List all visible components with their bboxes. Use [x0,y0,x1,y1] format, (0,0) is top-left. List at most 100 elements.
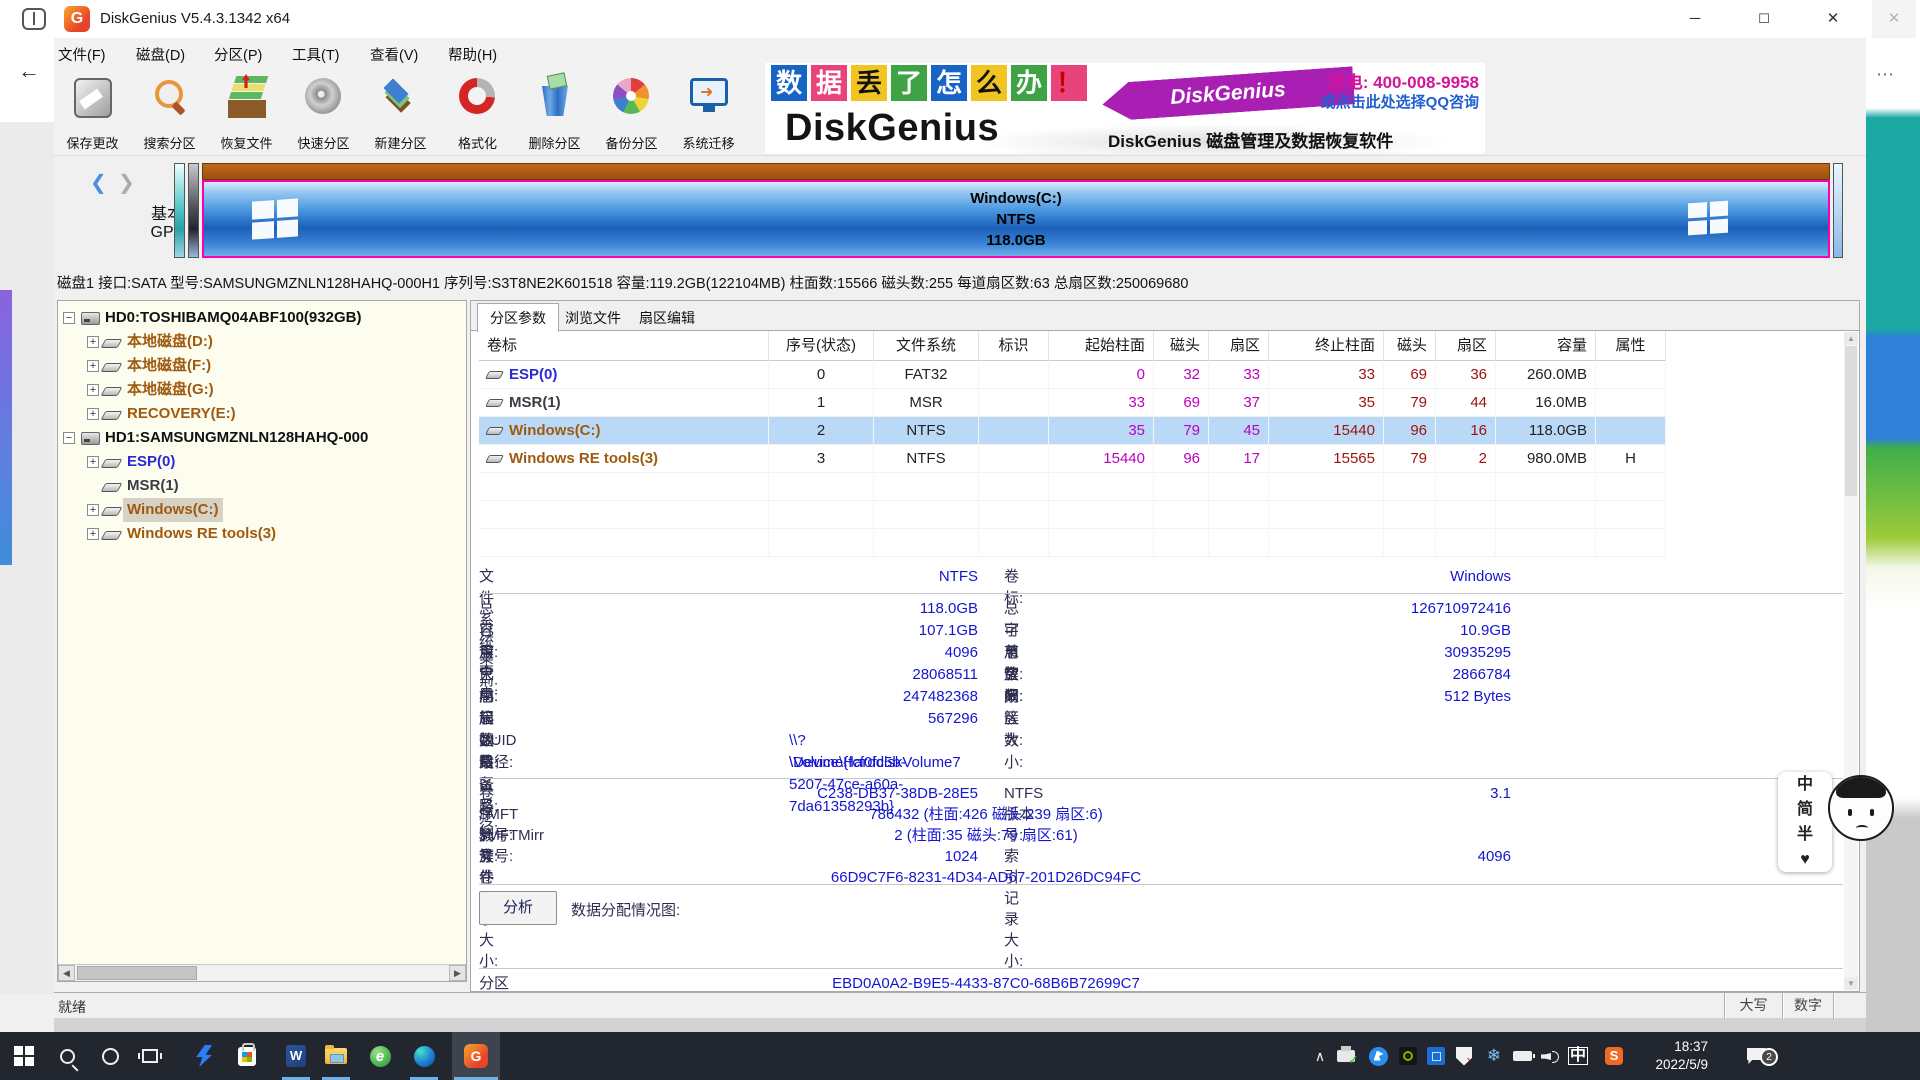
tray-chevron[interactable]: ∧ [1306,1032,1334,1080]
menu-help[interactable]: 帮助(H) [448,44,497,65]
collapse-icon[interactable]: − [63,312,75,324]
status-caps-indicator: 大写 [1724,993,1782,1019]
start-button[interactable] [2,1032,46,1080]
tab-browse-files[interactable]: 浏览文件 [553,305,633,331]
collapse-icon[interactable]: − [63,432,75,444]
tray-power[interactable] [1508,1032,1536,1080]
menu-partition[interactable]: 分区(P) [214,44,262,65]
background-overflow-icon[interactable]: ⋯ [1876,64,1895,85]
sogou-mascot-face[interactable] [1828,775,1894,841]
tray-printer[interactable] [1332,1032,1360,1080]
expand-icon[interactable]: + [87,456,99,468]
next-disk-icon[interactable]: ❯ [118,170,135,195]
scroll-up-icon[interactable]: ▲ [1844,332,1858,345]
detail-vertical-scrollbar[interactable]: ▲ ▼ [1844,332,1858,990]
partition-sliver-msr[interactable] [188,163,199,258]
menu-view[interactable]: 查看(V) [370,44,418,65]
taskbar-ie[interactable]: e [358,1032,402,1080]
expand-icon[interactable]: + [87,528,99,540]
table-header: 卷标 序号(状态) 文件系统 标识 起始柱面 磁头 扇区 终止柱面 磁头 扇区 … [479,331,1666,361]
scrollbar-thumb[interactable] [1845,346,1857,496]
taskbar-diskgenius-active[interactable]: G [452,1032,500,1080]
prev-disk-icon[interactable]: ❮ [90,170,107,195]
quick-partition-button[interactable]: 快速分区 [285,74,362,154]
sogou-ime-widget[interactable]: 中 简 半 ♥ [1778,772,1832,872]
table-row-windows-re[interactable]: Windows RE tools(3) 3 NTFS 15440 96 17 1… [479,445,1666,473]
scrollbar-thumb[interactable] [77,966,197,980]
app-icon: G [64,6,90,32]
background-window-close-icon[interactable]: ✕ [1872,0,1916,38]
taskbar-word[interactable]: W [274,1032,318,1080]
tray-ime[interactable]: 中 [1564,1032,1592,1080]
delete-partition-button[interactable]: 删除分区 [516,74,593,154]
expand-icon[interactable]: + [87,360,99,372]
promo-banner[interactable]: 数 据 丢 了 怎 么 办 ！ DiskGenius DiskGenius 致电… [765,63,1485,153]
monitor-arrow-icon [690,78,728,106]
taskbar-cortana[interactable] [88,1032,132,1080]
expand-icon[interactable]: + [87,504,99,516]
partition-sliver-re-tools[interactable] [1833,163,1843,258]
partition-icon [485,455,504,463]
new-partition-button[interactable]: 新建分区 [362,74,439,154]
scroll-left-icon[interactable]: ◀ [58,965,75,981]
status-ready: 就绪 [58,997,86,1017]
tab-sector-edit[interactable]: 扇区编辑 [627,305,707,331]
desktop-wallpaper-sliver [0,290,12,565]
scroll-down-icon[interactable]: ▼ [1844,977,1858,990]
tree-horizontal-scrollbar[interactable]: ◀ ▶ [58,964,466,981]
scroll-right-icon[interactable]: ▶ [449,965,466,981]
partition-sliver-esp[interactable] [174,163,185,258]
tray-thunder[interactable] [1364,1032,1392,1080]
table-row-msr[interactable]: MSR(1) 1 MSR 33 69 37 35 79 44 16.0MB [479,389,1666,417]
format-button[interactable]: 格式化 [439,74,516,154]
minimize-button[interactable]: ─ [1672,0,1718,38]
tray-intel[interactable] [1422,1032,1450,1080]
partition-label: Windows(C:) NTFS 118.0GB [204,188,1828,251]
expand-icon[interactable]: + [87,336,99,348]
partition-windows-c[interactable]: Windows(C:) NTFS 118.0GB [202,180,1830,258]
partition-icon [101,459,123,468]
harddisk-icon [81,312,100,325]
system-migration-button[interactable]: 系统迁移 [670,74,747,154]
expand-icon[interactable]: + [87,384,99,396]
ime-heart-icon[interactable]: ♥ [1778,847,1832,872]
taskbar-edge[interactable] [402,1032,446,1080]
ime-mode-zh[interactable]: 中 [1778,772,1832,797]
banner-qq-link[interactable]: 或点击此处选择QQ咨询 [1321,91,1479,112]
background-tab-icon[interactable] [22,8,46,30]
table-row-windows-c[interactable]: Windows(C:) 2 NTFS 35 79 45 15440 96 16 … [479,417,1666,445]
ime-mode-halfwidth[interactable]: 半 [1778,822,1832,847]
expand-icon[interactable]: + [87,408,99,420]
menu-disk[interactable]: 磁盘(D) [136,44,185,65]
close-button[interactable]: ✕ [1810,0,1856,38]
table-row-esp[interactable]: ESP(0) 0 FAT32 0 32 33 33 69 36 260.0MB [479,361,1666,389]
menu-file[interactable]: 文件(F) [58,44,106,65]
taskbar-app-flash[interactable] [182,1032,226,1080]
partition-name: Windows(C:) [204,188,1828,209]
taskbar-clock[interactable]: 18:37 2022/5/9 [1628,1038,1708,1074]
tray-volume[interactable] [1536,1032,1564,1080]
taskbar-store[interactable] [225,1032,269,1080]
menu-tools[interactable]: 工具(T) [292,44,340,65]
banner-tile: ！ [1051,65,1087,101]
partition-icon [101,531,123,540]
taskbar-search[interactable] [45,1032,89,1080]
analyze-button[interactable]: 分析 [479,891,557,925]
taskbar-explorer[interactable] [314,1032,358,1080]
background-back-icon[interactable]: ← [18,58,40,84]
task-view-button[interactable] [128,1032,172,1080]
desktop-right-strip [1866,38,1920,1032]
tray-deepfreeze[interactable]: ❄ [1480,1032,1508,1080]
backup-partition-button[interactable]: 备份分区 [593,74,670,154]
partition-icon [485,399,504,407]
maximize-button[interactable]: ☐ [1741,0,1787,38]
search-partition-button[interactable]: 搜索分区 [131,74,208,154]
tab-partition-params[interactable]: 分区参数 [477,303,559,332]
recover-files-button[interactable]: 恢复文件 [208,74,285,154]
ime-mode-simplified[interactable]: 简 [1778,797,1832,822]
save-changes-button[interactable]: 保存更改 [54,74,131,154]
tray-nvidia[interactable] [1394,1032,1422,1080]
banner-tile: 怎 [931,65,967,101]
tray-security[interactable] [1450,1032,1478,1080]
tray-sogou[interactable]: S [1600,1032,1628,1080]
